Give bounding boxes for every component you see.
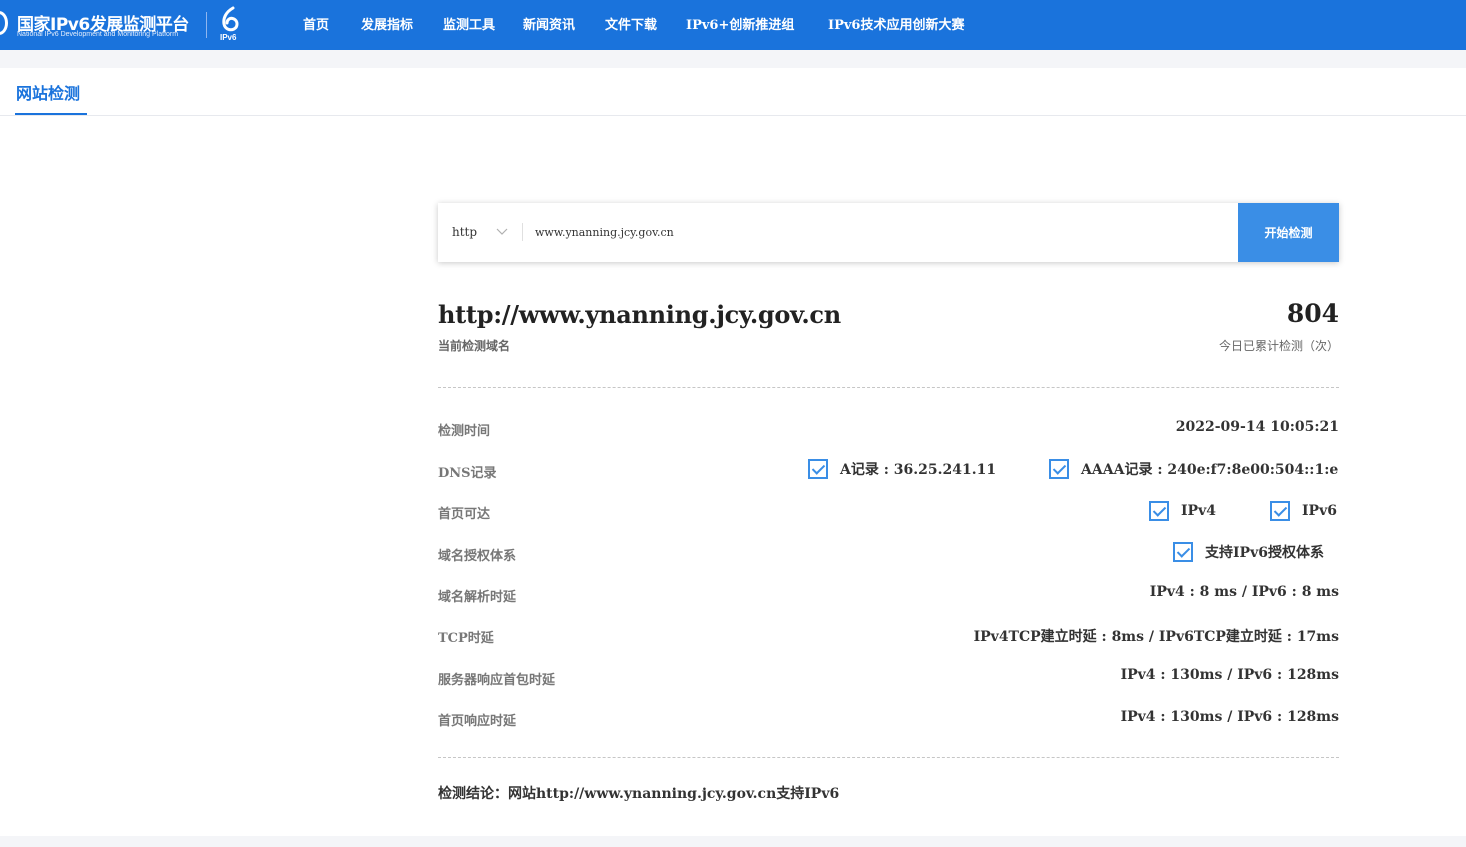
protocol-select[interactable]: http xyxy=(452,225,477,239)
row-label-reach: 首页可达 xyxy=(438,507,491,522)
nav-downloads[interactable]: 文件下载 xyxy=(605,14,657,33)
tab-website-check[interactable]: 网站检测 xyxy=(16,80,80,104)
checkbox-checked-icon xyxy=(1149,501,1169,521)
dns-aaaa-record: AAAA记录 : 240e:f7:8e00:504::1:e xyxy=(1049,459,1338,479)
search-divider xyxy=(522,223,523,241)
row-label-resolve: 域名解析时延 xyxy=(438,590,517,605)
reach-ipv4-text: IPv4 xyxy=(1181,503,1216,519)
row-label-server: 服务器响应首包时延 xyxy=(438,673,556,688)
row-value-tcp: IPv4TCP建立时延 : 8ms / IPv6TCP建立时延 : 17ms xyxy=(973,629,1339,645)
check-count-caption: 今日已累计检测（次） xyxy=(1218,339,1339,353)
check-conclusion: 检测结论：网站http://www.ynanning.jcy.gov.cn支持I… xyxy=(438,786,840,802)
logo-mark-icon xyxy=(0,11,8,35)
logo-subtitle: National IPv6 Development and Monitoring… xyxy=(17,31,179,38)
logo-divider xyxy=(206,12,207,38)
top-header: 国家IPv6发展监测平台 National IPv6 Development a… xyxy=(0,0,1466,50)
divider-bottom xyxy=(438,757,1339,758)
tab-active-indicator xyxy=(15,113,87,115)
row-value-time: 2022-09-14 10:05:21 xyxy=(1175,419,1339,435)
nav-ipv6-plus[interactable]: IPv6+创新推进组 xyxy=(686,14,794,33)
nav-news[interactable]: 新闻资讯 xyxy=(523,14,575,33)
reach-ipv6: IPv6 xyxy=(1270,501,1337,521)
tab-bar: 网站检测 xyxy=(0,68,1466,116)
checkbox-checked-icon xyxy=(1270,501,1290,521)
checked-domain-caption: 当前检测域名 xyxy=(438,339,511,353)
row-label-home: 首页响应时延 xyxy=(438,714,517,729)
reach-ipv6-text: IPv6 xyxy=(1302,503,1337,519)
checkbox-checked-icon xyxy=(808,459,828,479)
checkbox-checked-icon xyxy=(1049,459,1069,479)
dns-aaaa-text: AAAA记录 : 240e:f7:8e00:504::1:e xyxy=(1081,462,1339,478)
check-count: 804 xyxy=(1286,299,1339,328)
nav-home[interactable]: 首页 xyxy=(303,14,329,33)
dns-a-record: A记录 : 36.25.241.11 xyxy=(808,459,996,479)
content-panel: 网站检测 http 开始检测 http://www.ynanning.jcy.g… xyxy=(0,68,1466,836)
start-check-button[interactable]: 开始检测 xyxy=(1238,203,1339,262)
nav-tools[interactable]: 监测工具 xyxy=(443,14,495,33)
search-bar: http 开始检测 xyxy=(438,203,1339,262)
checked-domain: http://www.ynanning.jcy.gov.cn xyxy=(438,300,841,329)
auth-support-text: 支持IPv6授权体系 xyxy=(1205,545,1324,561)
url-input[interactable] xyxy=(535,217,1225,247)
checkbox-checked-icon xyxy=(1173,542,1193,562)
row-label-dns: DNS记录 xyxy=(438,466,497,481)
nav-contest[interactable]: IPv6技术应用创新大赛 xyxy=(828,14,964,33)
chevron-down-icon[interactable] xyxy=(495,224,509,238)
row-value-resolve: IPv4 : 8 ms / IPv6 : 8 ms xyxy=(1149,584,1339,600)
row-value-home: IPv4 : 130ms / IPv6 : 128ms xyxy=(1120,709,1339,725)
row-label-tcp: TCP时延 xyxy=(438,631,494,646)
divider-top xyxy=(438,387,1339,388)
nav-indicators[interactable]: 发展指标 xyxy=(361,14,413,33)
dns-a-text: A记录 : 36.25.241.11 xyxy=(840,462,997,478)
logo-badge: IPv6 xyxy=(220,33,237,42)
reach-ipv4: IPv4 xyxy=(1149,501,1216,521)
row-value-server: IPv4 : 130ms / IPv6 : 128ms xyxy=(1120,667,1339,683)
row-label-time: 检测时间 xyxy=(438,424,491,439)
row-label-auth: 域名授权体系 xyxy=(438,549,517,564)
auth-support: 支持IPv6授权体系 xyxy=(1173,542,1324,562)
